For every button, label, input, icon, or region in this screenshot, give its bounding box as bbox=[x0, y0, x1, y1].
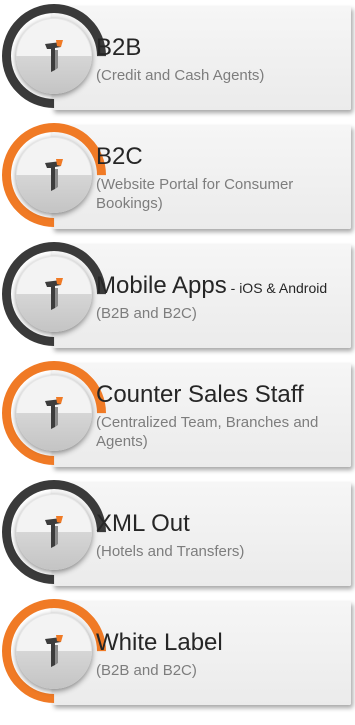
brand-logo-icon bbox=[45, 278, 63, 310]
channel-subtitle: (Credit and Cash Agents) bbox=[96, 66, 265, 84]
channel-list: B2B (Credit and Cash Agents) B2C (Websit… bbox=[0, 0, 355, 725]
brand-logo-icon bbox=[45, 635, 63, 667]
channel-title: Mobile Apps - iOS & Android bbox=[96, 271, 328, 299]
logo-badge bbox=[16, 613, 92, 689]
logo-badge bbox=[16, 375, 92, 451]
channel-title: B2C bbox=[96, 143, 143, 170]
channel-title: B2B bbox=[96, 33, 142, 61]
channel-text: Counter Sales Staff (Centralized Team, B… bbox=[96, 361, 349, 471]
channel-text: B2C (Website Portal for Consumer Booking… bbox=[96, 123, 349, 233]
channel-subtitle: (Centralized Team, Branches and Agents) bbox=[96, 414, 319, 450]
channel-item-white-label: White Label (B2B and B2C) bbox=[0, 577, 355, 725]
channel-subtitle: (Hotels and Transfers) bbox=[96, 542, 245, 560]
logo-badge bbox=[16, 18, 92, 94]
channel-text: Mobile Apps - iOS & Android (B2B and B2C… bbox=[96, 242, 349, 352]
brand-logo-icon bbox=[45, 516, 63, 548]
channel-item-xml-out: XML Out (Hotels and Transfers) bbox=[0, 458, 355, 606]
logo-badge bbox=[16, 256, 92, 332]
channel-subtitle: (B2B and B2C) bbox=[96, 304, 197, 322]
channel-text: XML Out (Hotels and Transfers) bbox=[96, 480, 349, 590]
channel-title: White Label bbox=[96, 628, 223, 656]
logo-badge bbox=[16, 137, 92, 213]
channel-title: Counter Sales Staff bbox=[96, 381, 304, 408]
brand-logo-icon bbox=[45, 397, 63, 429]
channel-subtitle: (Website Portal for Consumer Bookings) bbox=[96, 176, 294, 212]
channel-item-b2b: B2B (Credit and Cash Agents) bbox=[0, 0, 355, 130]
channel-text: White Label (B2B and B2C) bbox=[96, 599, 349, 709]
channel-title: XML Out bbox=[96, 509, 190, 537]
channel-item-b2c: B2C (Website Portal for Consumer Booking… bbox=[0, 101, 355, 249]
channel-item-counter-sales-staff: Counter Sales Staff (Centralized Team, B… bbox=[0, 339, 355, 487]
channel-item-mobile-apps: Mobile Apps - iOS & Android (B2B and B2C… bbox=[0, 220, 355, 368]
channel-text: B2B (Credit and Cash Agents) bbox=[96, 4, 349, 114]
brand-logo-icon bbox=[45, 159, 63, 191]
channel-subtitle: (B2B and B2C) bbox=[96, 661, 197, 679]
logo-badge bbox=[16, 494, 92, 570]
brand-logo-icon bbox=[45, 40, 63, 72]
